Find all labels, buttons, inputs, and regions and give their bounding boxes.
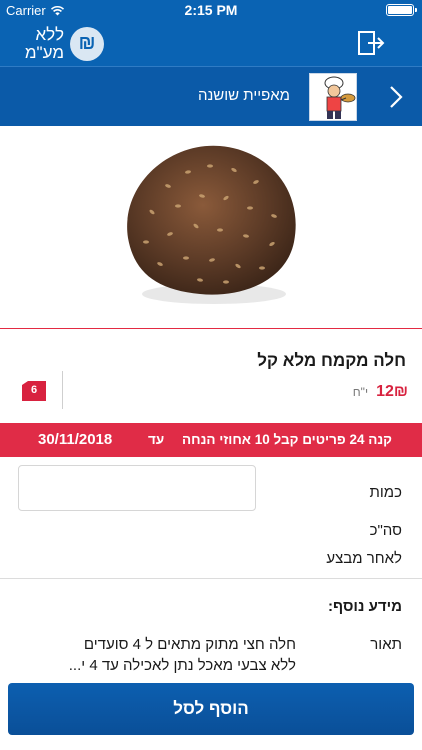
battery-icon [386, 4, 417, 16]
description-line: ללא צבעי מאכל נתן לאכילה עד 4 י... [68, 657, 296, 674]
promo-until-label: עד [148, 432, 165, 447]
cart-count-badge[interactable]: 6 [22, 381, 48, 401]
vat-toggle-label: ללא מע"מ [24, 25, 64, 62]
cart-count: 6 [30, 384, 38, 396]
product-image [108, 126, 316, 328]
store-name: מאפיית שושנה [197, 87, 290, 104]
bread-loaf-image [127, 145, 296, 304]
after-discount-label: לאחר מבצע [326, 550, 402, 567]
product-info: חלה מקמח מלא קל 12₪ י"ח 6 [0, 329, 422, 423]
product-title: חלה מקמח מלא קל [257, 351, 406, 370]
divider [0, 578, 422, 579]
quantity-input[interactable] [18, 465, 256, 511]
price-row: 12₪ י"ח [353, 383, 408, 401]
clock: 2:15 PM [184, 2, 238, 18]
chevron-right-icon[interactable] [388, 85, 404, 109]
shekel-icon: ₪ [70, 27, 104, 61]
status-bar: Carrier 2:15 PM [0, 0, 422, 20]
logout-icon[interactable] [356, 28, 386, 58]
promo-text: קנה 24 פריטים קבל 10 אחוזי הנחה [182, 432, 392, 447]
divider [62, 371, 63, 409]
price-unit: י"ח [352, 385, 369, 399]
quantity-row: כמות [0, 457, 422, 527]
baker-chef-icon [324, 76, 356, 119]
quantity-label: כמות [369, 484, 402, 501]
description-label: תאור [370, 636, 402, 653]
top-bar: ללא מע"מ ₪ [0, 20, 422, 66]
total-label: סה"כ [369, 522, 402, 539]
store-bar[interactable]: מאפיית שושנה [0, 66, 422, 126]
more-info-title: מידע נוסף: [327, 598, 402, 615]
description-line: חלה חצי מתוק מתאים ל 4 סועדים [83, 636, 296, 653]
promo-banner: קנה 24 פריטים קבל 10 אחוזי הנחה עד 30/11… [0, 423, 422, 457]
promo-date: 30/11/2018 [38, 431, 113, 448]
description-text: חלה חצי מתוק מתאים ל 4 סועדים ללא צבעי מ… [46, 634, 296, 676]
product-price: 12₪ [376, 383, 408, 400]
vat-toggle[interactable]: ללא מע"מ ₪ [12, 24, 112, 64]
store-logo [309, 73, 357, 121]
add-to-cart-button[interactable]: הוסף לסל [8, 683, 414, 735]
